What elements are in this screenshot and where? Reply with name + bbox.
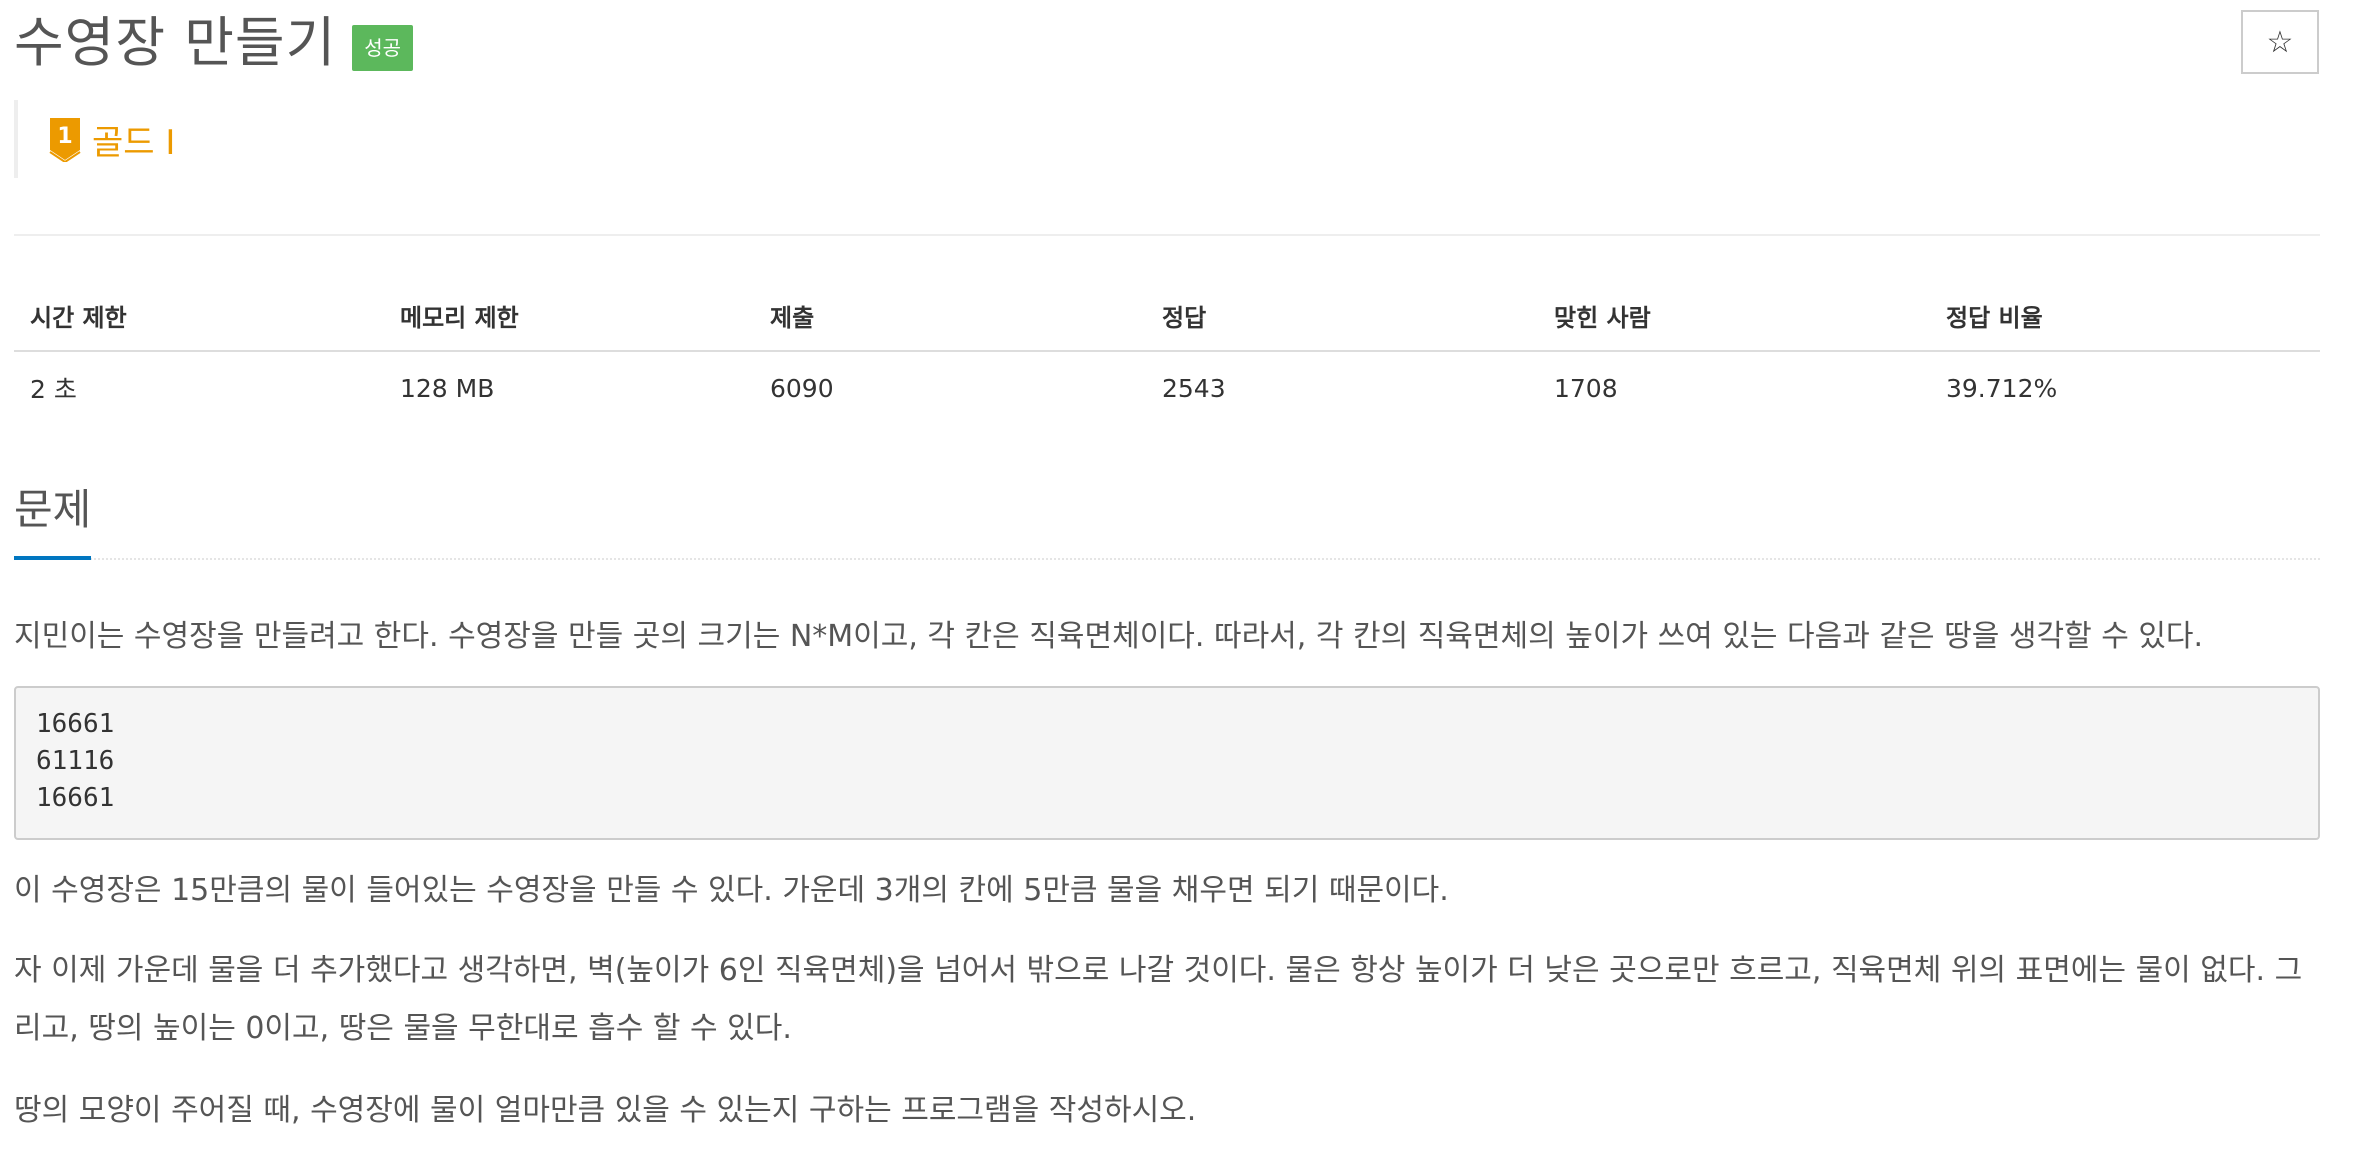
problem-stats-table: 시간 제한 메모리 제한 제출 정답 맞힌 사람 정답 비율 2 초 128 M… [14,280,2320,424]
stats-header-accepted: 정답 [1146,280,1538,352]
problem-paragraph-2: 이 수영장은 15만큼의 물이 들어있는 수영장을 만들 수 있다. 가운데 3… [14,873,1449,908]
stats-header-time-limit: 시간 제한 [14,280,384,352]
example-grid-block: 16661 61116 16661 [14,686,2320,840]
stats-header-row: 시간 제한 메모리 제한 제출 정답 맞힌 사람 정답 비율 [14,280,2320,352]
gold-tier-icon: 1 [49,118,81,162]
tier-info: 1 골드 I [14,100,175,178]
stats-header-submissions: 제출 [754,280,1146,352]
tier-label: 골드 I [92,122,176,163]
star-icon: ☆ [2266,24,2294,60]
stats-time-limit: 2 초 [30,375,77,404]
tier-level-number: 1 [57,124,72,149]
stats-header-solvers: 맞힌 사람 [1538,280,1930,352]
example-line: 61116 [36,746,115,776]
stats-header-memory-limit: 메모리 제한 [384,280,754,352]
example-line: 16661 [36,709,115,739]
stats-header-accept-ratio: 정답 비율 [1930,280,2320,352]
problem-paragraph-4: 땅의 모양이 주어질 때, 수영장에 물이 얼마만큼 있을 수 있는지 구하는 … [14,1093,1197,1128]
title-row: 수영장 만들기 성공 [14,6,414,80]
stats-accepted: 2543 [1162,373,1226,403]
result-badge: 성공 [352,25,414,71]
example-line: 16661 [36,783,115,813]
header-divider [14,234,2320,236]
stats-memory-limit: 128 MB [400,373,495,403]
problem-title: 수영장 만들기 [14,11,337,74]
favorite-star-button[interactable]: ☆ [2241,10,2319,74]
stats-value-row: 2 초 128 MB 6090 2543 1708 39.712% [14,351,2320,424]
stats-submissions: 6090 [770,373,834,403]
problem-paragraph-3: 자 이제 가운데 물을 더 추가했다고 생각하면, 벽(높이가 6인 직육면체)… [14,953,2303,1046]
problem-intro-text: 지민이는 수영장을 만들려고 한다. 수영장을 만들 곳의 크기는 N*M이고,… [14,619,2204,654]
stats-solvers: 1708 [1554,373,1618,403]
section-title: 문제 [14,478,92,560]
stats-accept-ratio: 39.712% [1946,373,2058,403]
problem-section-header: 문제 [14,478,2320,560]
